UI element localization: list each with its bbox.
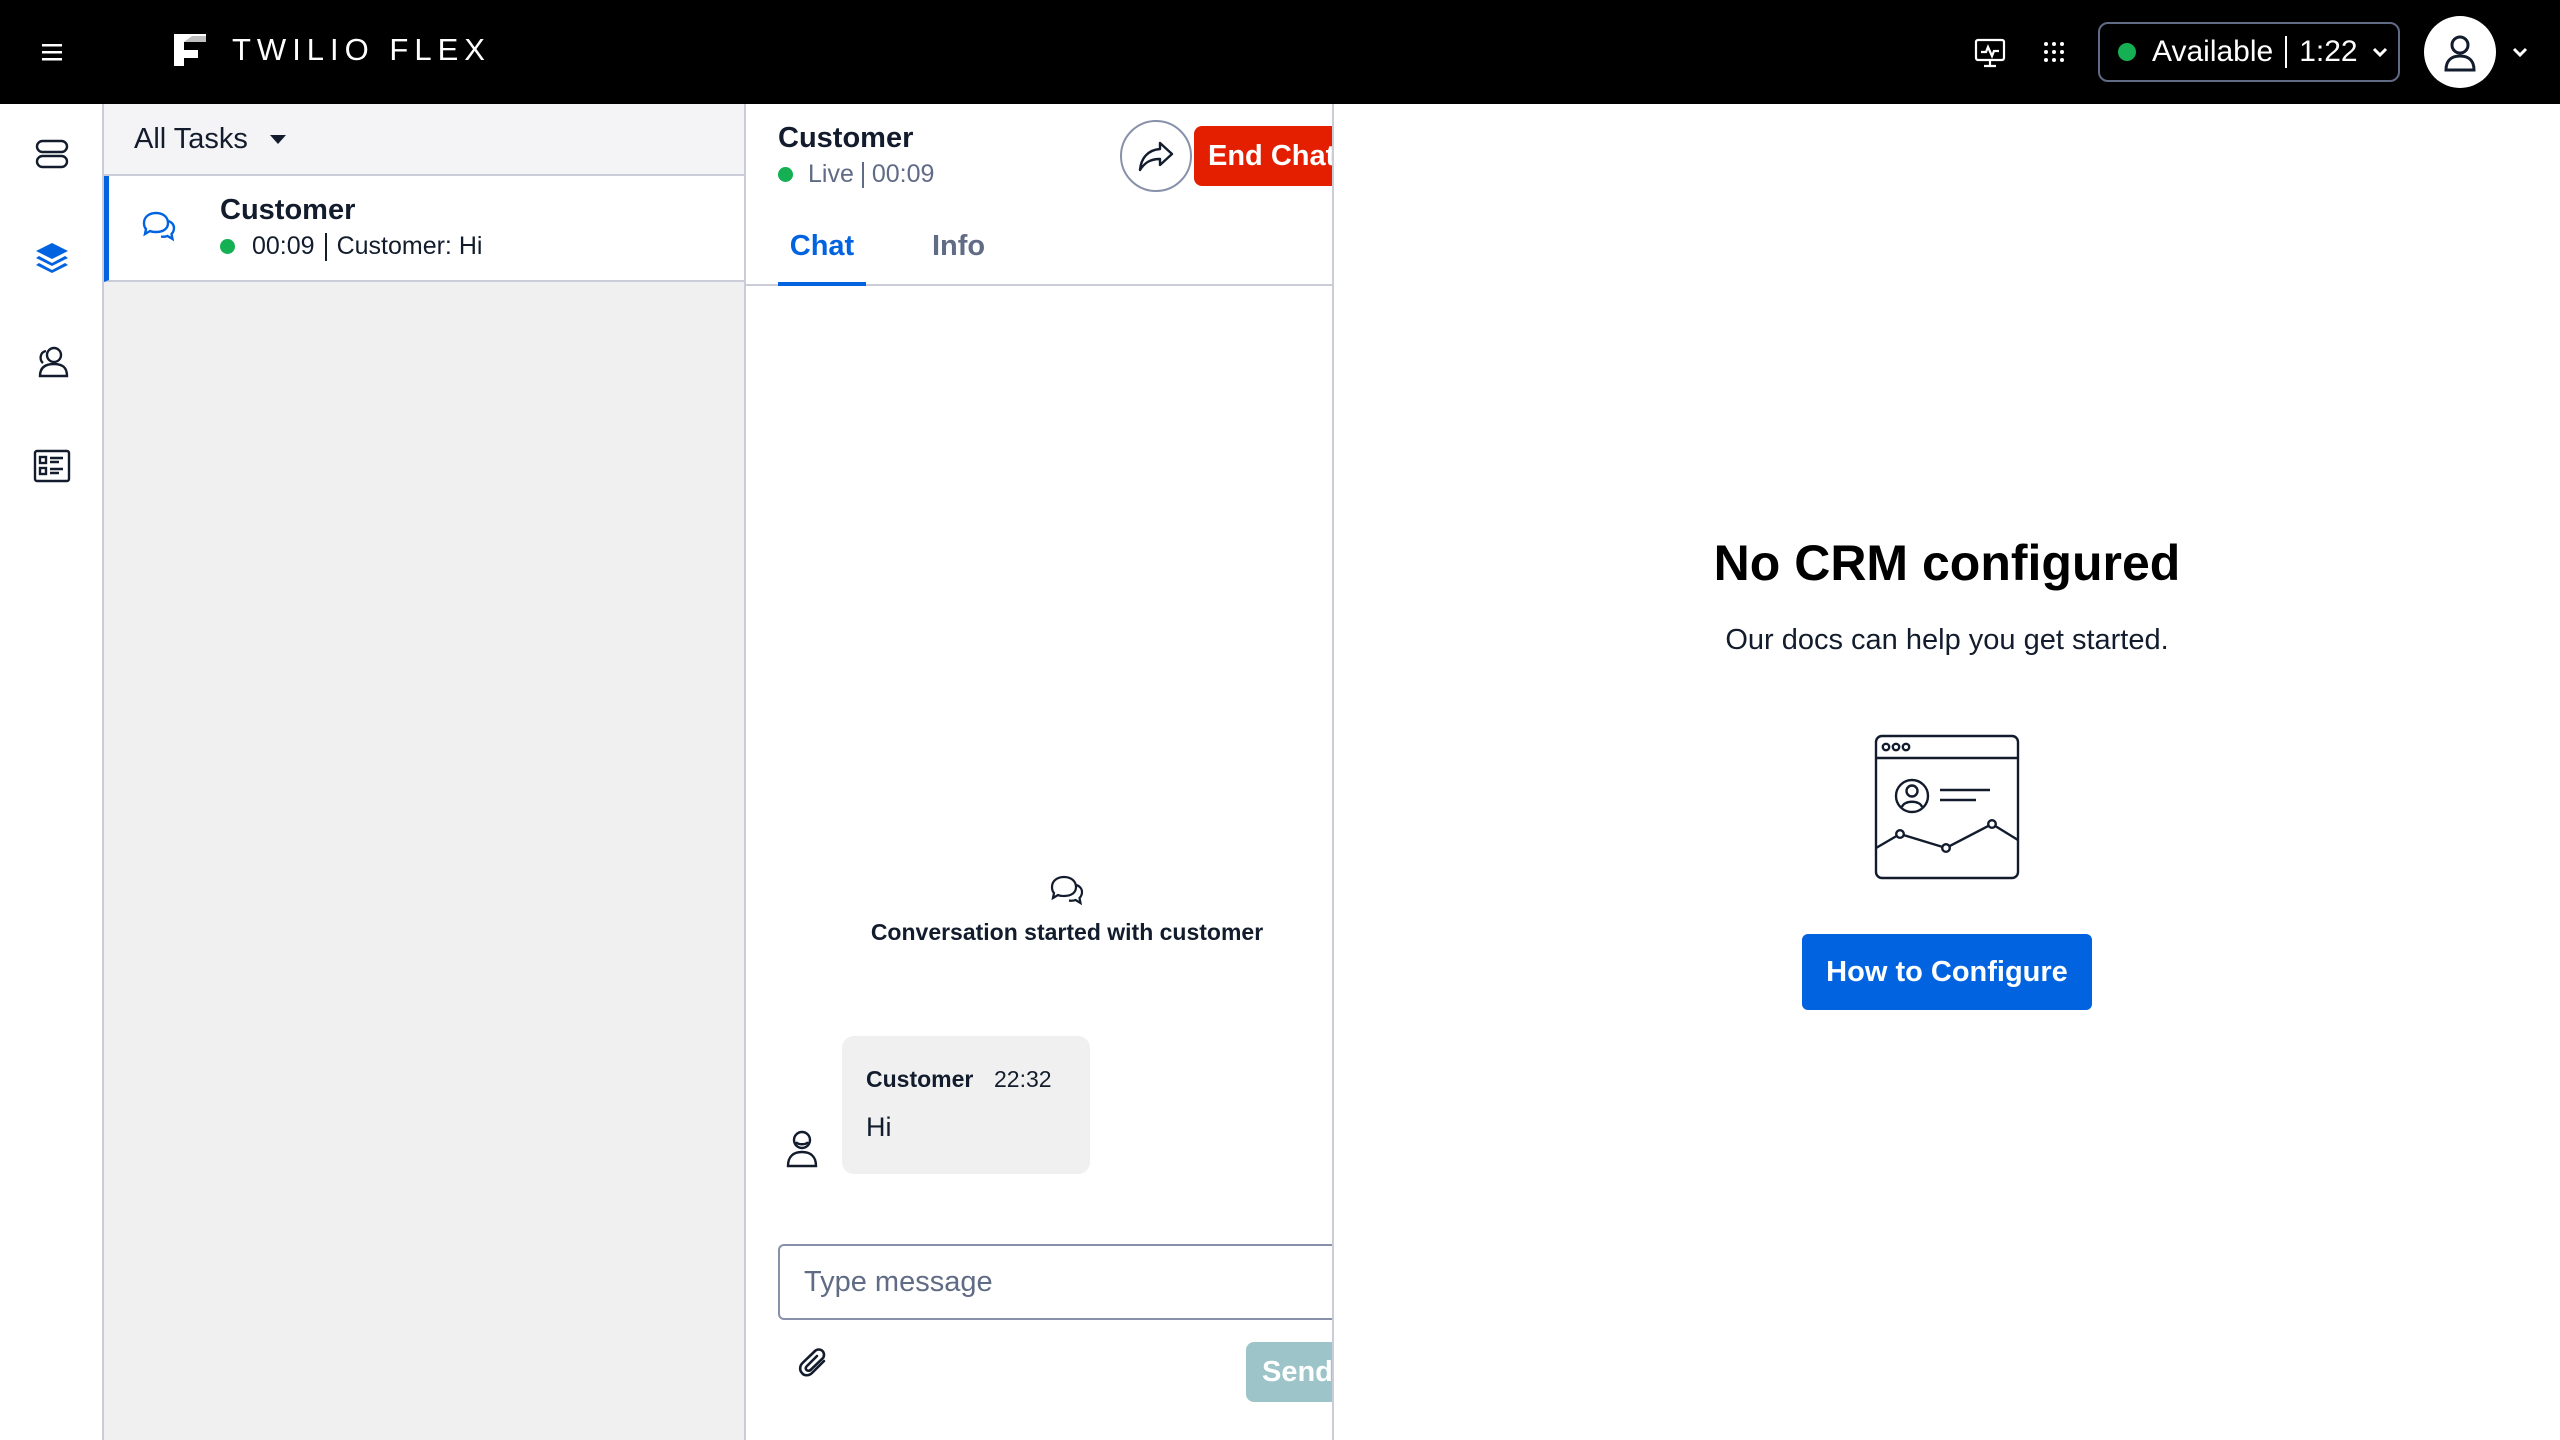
user-icon <box>786 1130 818 1168</box>
task-card[interactable]: Customer 00:09 Customer: Hi <box>104 176 744 282</box>
chat-bubbles-icon <box>142 211 176 242</box>
task-filter-label: All Tasks <box>134 122 248 155</box>
side-nav <box>0 104 104 1440</box>
transfer-button[interactable] <box>1120 120 1192 192</box>
teams-icon <box>38 346 69 378</box>
message-text: Hi <box>866 1112 892 1142</box>
status-dot <box>2118 43 2136 61</box>
nav-queue-stats[interactable] <box>30 444 74 488</box>
crm-illustration <box>1874 734 2020 880</box>
crm-subtitle: Our docs can help you get started. <box>1725 624 2169 656</box>
paperclip-icon[interactable] <box>794 1344 834 1384</box>
nav-tasks[interactable] <box>30 236 74 280</box>
status-label: Available <box>2152 35 2274 68</box>
divider <box>324 232 327 261</box>
top-bar: TWILIO FLEX Available 1:22 <box>0 0 2560 104</box>
chat-duration: 00:09 <box>871 160 935 188</box>
tab-chat[interactable]: Chat <box>778 230 866 286</box>
task-list-panel: All Tasks Customer 00:09 Customer: Hi <box>104 104 746 1440</box>
conversation-start-notice: Conversation started with customer <box>746 874 1332 946</box>
message-bubble: Customer 22:32 Hi <box>842 1036 1090 1174</box>
chat-status: Live 00:09 <box>778 160 934 189</box>
queue-stats-icon <box>33 449 71 483</box>
brand-name: TWILIO FLEX <box>232 32 491 67</box>
transfer-icon <box>1138 141 1174 172</box>
task-filter-dropdown[interactable]: All Tasks <box>104 104 744 176</box>
task-meta: 00:09 Customer: Hi <box>220 232 482 261</box>
chevron-down-icon <box>2372 47 2387 58</box>
conversation-start-text: Conversation started with customer <box>870 919 1264 945</box>
chat-title: Customer <box>778 122 914 154</box>
apps-grid-icon[interactable] <box>2036 34 2072 70</box>
menu-icon[interactable] <box>38 38 66 66</box>
live-status-dot <box>778 167 793 182</box>
caret-down-icon <box>269 134 286 144</box>
task-preview: Customer: Hi <box>336 232 483 260</box>
layers-icon <box>36 243 68 273</box>
task-time: 00:09 <box>252 232 315 260</box>
crm-title: No CRM configured <box>1713 535 2181 591</box>
status-timer: 1:22 <box>2299 35 2358 68</box>
brand: TWILIO FLEX <box>172 32 491 68</box>
agent-desktop-icon <box>35 139 69 169</box>
live-status-dot <box>220 239 235 254</box>
activity-status-button[interactable]: Available 1:22 <box>2098 22 2400 82</box>
chat-panel: Customer Live 00:09 End Chat Chat Info C… <box>746 104 1334 1440</box>
nav-teams[interactable] <box>30 340 74 384</box>
end-chat-button[interactable]: End Chat <box>1194 126 1332 186</box>
task-title: Customer <box>220 194 356 226</box>
status-divider <box>2285 36 2288 68</box>
monitor-icon[interactable] <box>1972 34 2008 70</box>
chevron-down-icon[interactable] <box>2510 42 2530 62</box>
message-author: Customer <box>866 1066 974 1092</box>
message-time: 22:32 <box>994 1066 1052 1092</box>
nav-agent-desktop[interactable] <box>30 132 74 176</box>
tab-info[interactable]: Info <box>932 230 985 263</box>
twilio-flex-logo <box>174 34 206 66</box>
send-button[interactable]: Send <box>1246 1342 1332 1402</box>
chat-bubbles-icon <box>1050 875 1084 906</box>
flex-app: TWILIO FLEX Available 1:22 All Tasks Cus… <box>0 0 2560 1440</box>
chat-tabs: Chat Info <box>746 220 1332 286</box>
crm-panel: No CRM configured Our docs can help you … <box>1334 104 2560 1440</box>
divider <box>861 161 864 188</box>
user-avatar[interactable] <box>2424 16 2496 88</box>
user-icon <box>2444 35 2476 72</box>
how-to-configure-button[interactable]: How to Configure <box>1802 934 2092 1010</box>
message-input[interactable] <box>778 1244 1332 1320</box>
chat-status-label: Live <box>808 160 854 188</box>
